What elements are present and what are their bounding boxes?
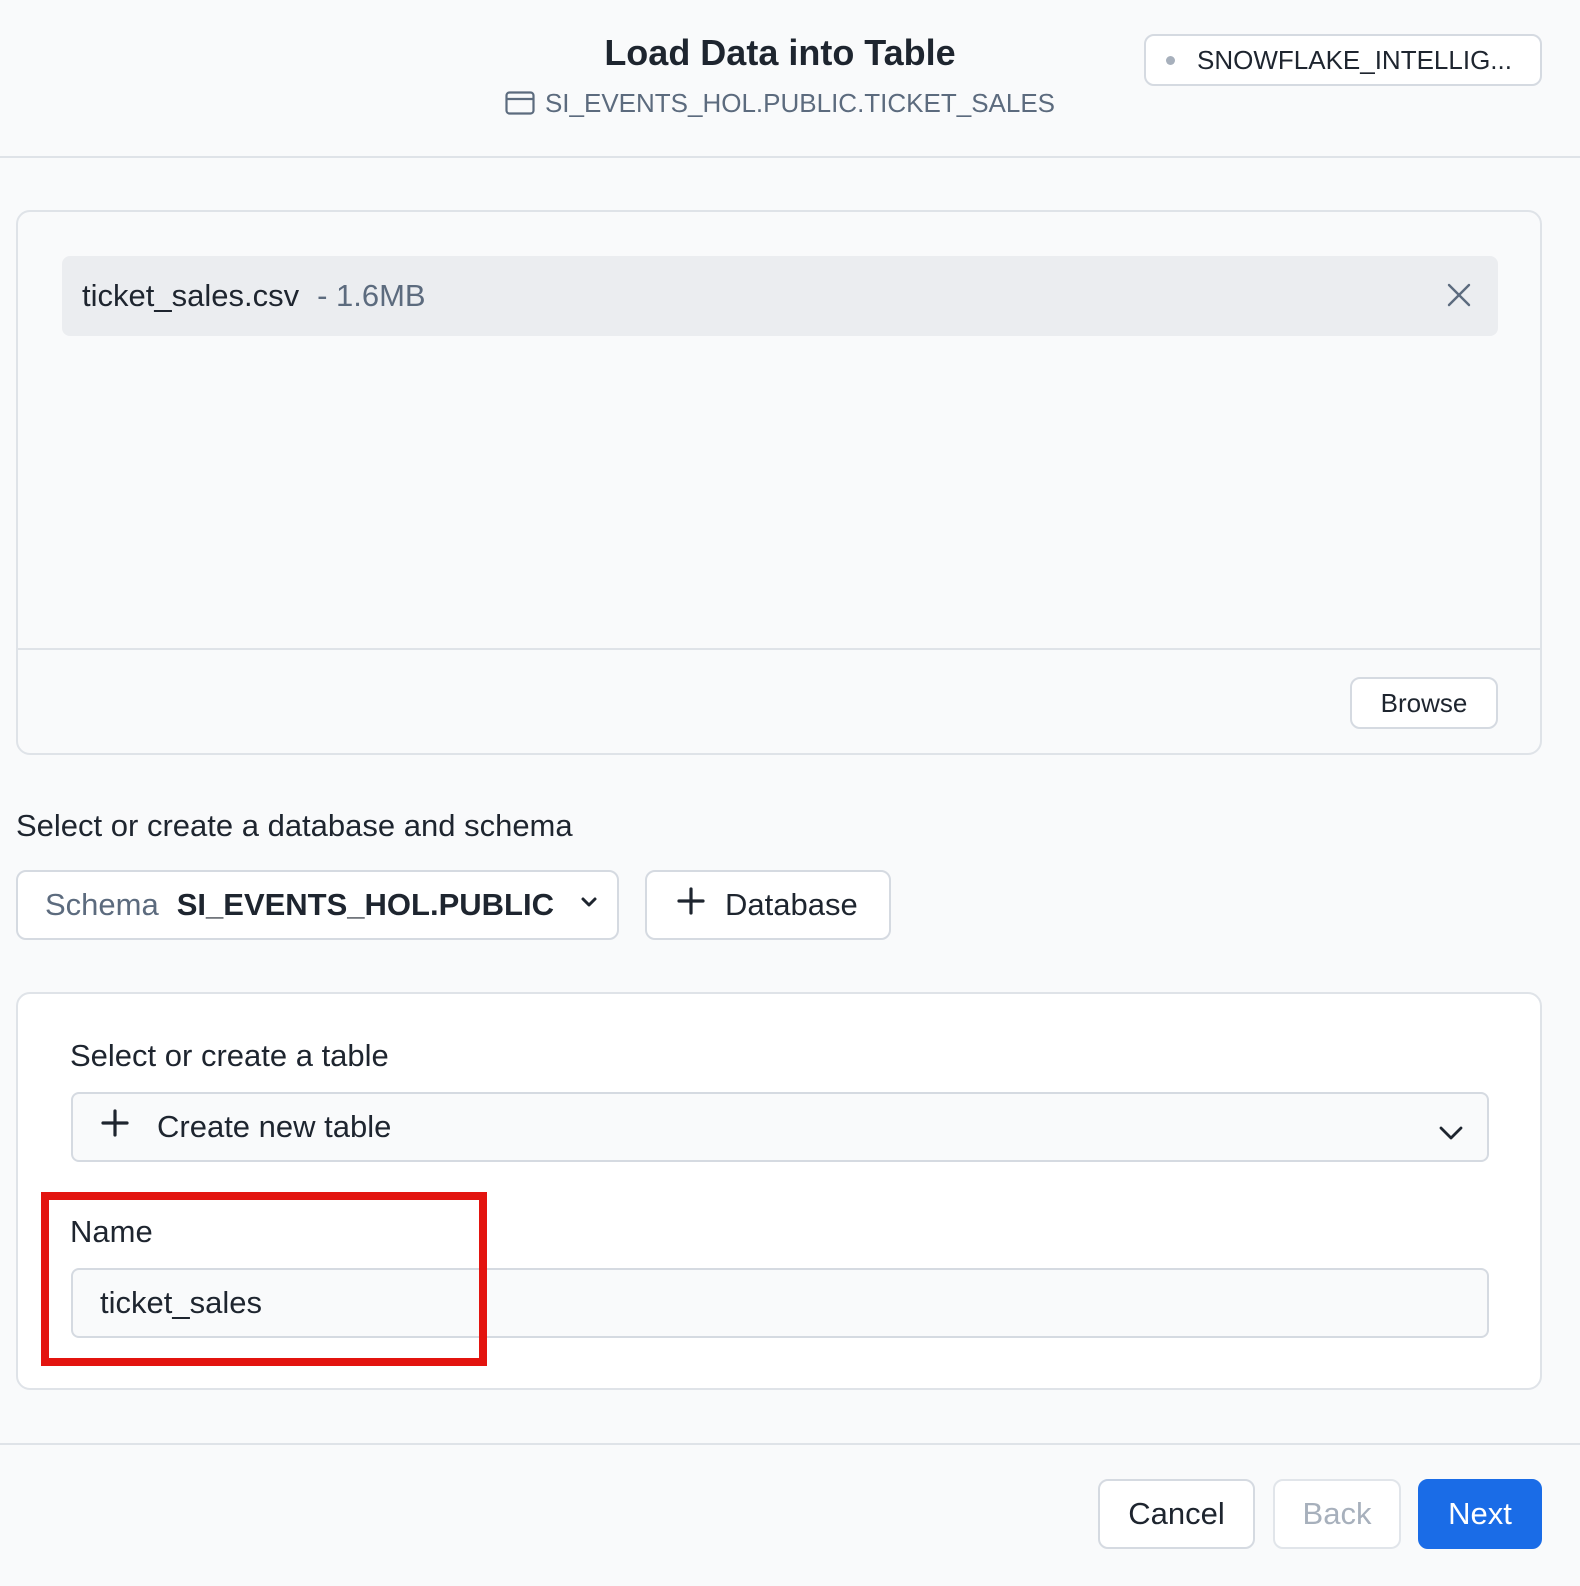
upload-divider: [18, 648, 1540, 650]
warehouse-label: SNOWFLAKE_INTELLIG...: [1197, 44, 1512, 75]
chevron-down-icon: [578, 896, 600, 915]
uploaded-file-row: ticket_sales.csv - 1.6MB: [62, 256, 1498, 336]
plus-icon: [101, 1109, 129, 1145]
table-select[interactable]: Create new table: [71, 1092, 1489, 1162]
add-database-label: Database: [725, 887, 858, 922]
close-icon[interactable]: [1444, 280, 1474, 310]
add-database-button[interactable]: Database: [645, 870, 891, 940]
status-dot-icon: [1166, 55, 1175, 65]
cancel-button[interactable]: Cancel: [1098, 1479, 1255, 1549]
highlight-box: [41, 1192, 487, 1366]
table-select-value: Create new table: [157, 1109, 392, 1144]
back-button[interactable]: Back: [1273, 1479, 1401, 1549]
plus-icon: [677, 887, 705, 923]
file-size: - 1.6MB: [317, 278, 426, 313]
warehouse-selector[interactable]: SNOWFLAKE_INTELLIG...: [1144, 34, 1542, 86]
schema-section-label: Select or create a database and schema: [16, 808, 573, 843]
target-table-label: SI_EVENTS_HOL.PUBLIC.TICKET_SALES: [544, 88, 1056, 118]
next-button[interactable]: Next: [1418, 1479, 1542, 1549]
schema-select-value: SI_EVENTS_HOL.PUBLIC: [176, 887, 554, 922]
browse-button[interactable]: Browse: [1350, 677, 1498, 729]
file-name: ticket_sales.csv: [82, 278, 300, 313]
target-table-path: SI_EVENTS_HOL.PUBLIC.TICKET_SALES: [0, 88, 1560, 122]
schema-select[interactable]: Schema SI_EVENTS_HOL.PUBLIC: [16, 870, 619, 940]
table-icon: [505, 91, 535, 122]
table-section-label: Select or create a table: [70, 1038, 389, 1073]
dialog-header: Load Data into Table SI_EVENTS_HOL.PUBLI…: [0, 0, 1580, 158]
chevron-down-icon: [1437, 1116, 1465, 1152]
file-upload-area[interactable]: ticket_sales.csv - 1.6MB Browse: [16, 210, 1542, 755]
footer-divider: [0, 1443, 1580, 1445]
schema-select-key: Schema: [45, 887, 159, 922]
